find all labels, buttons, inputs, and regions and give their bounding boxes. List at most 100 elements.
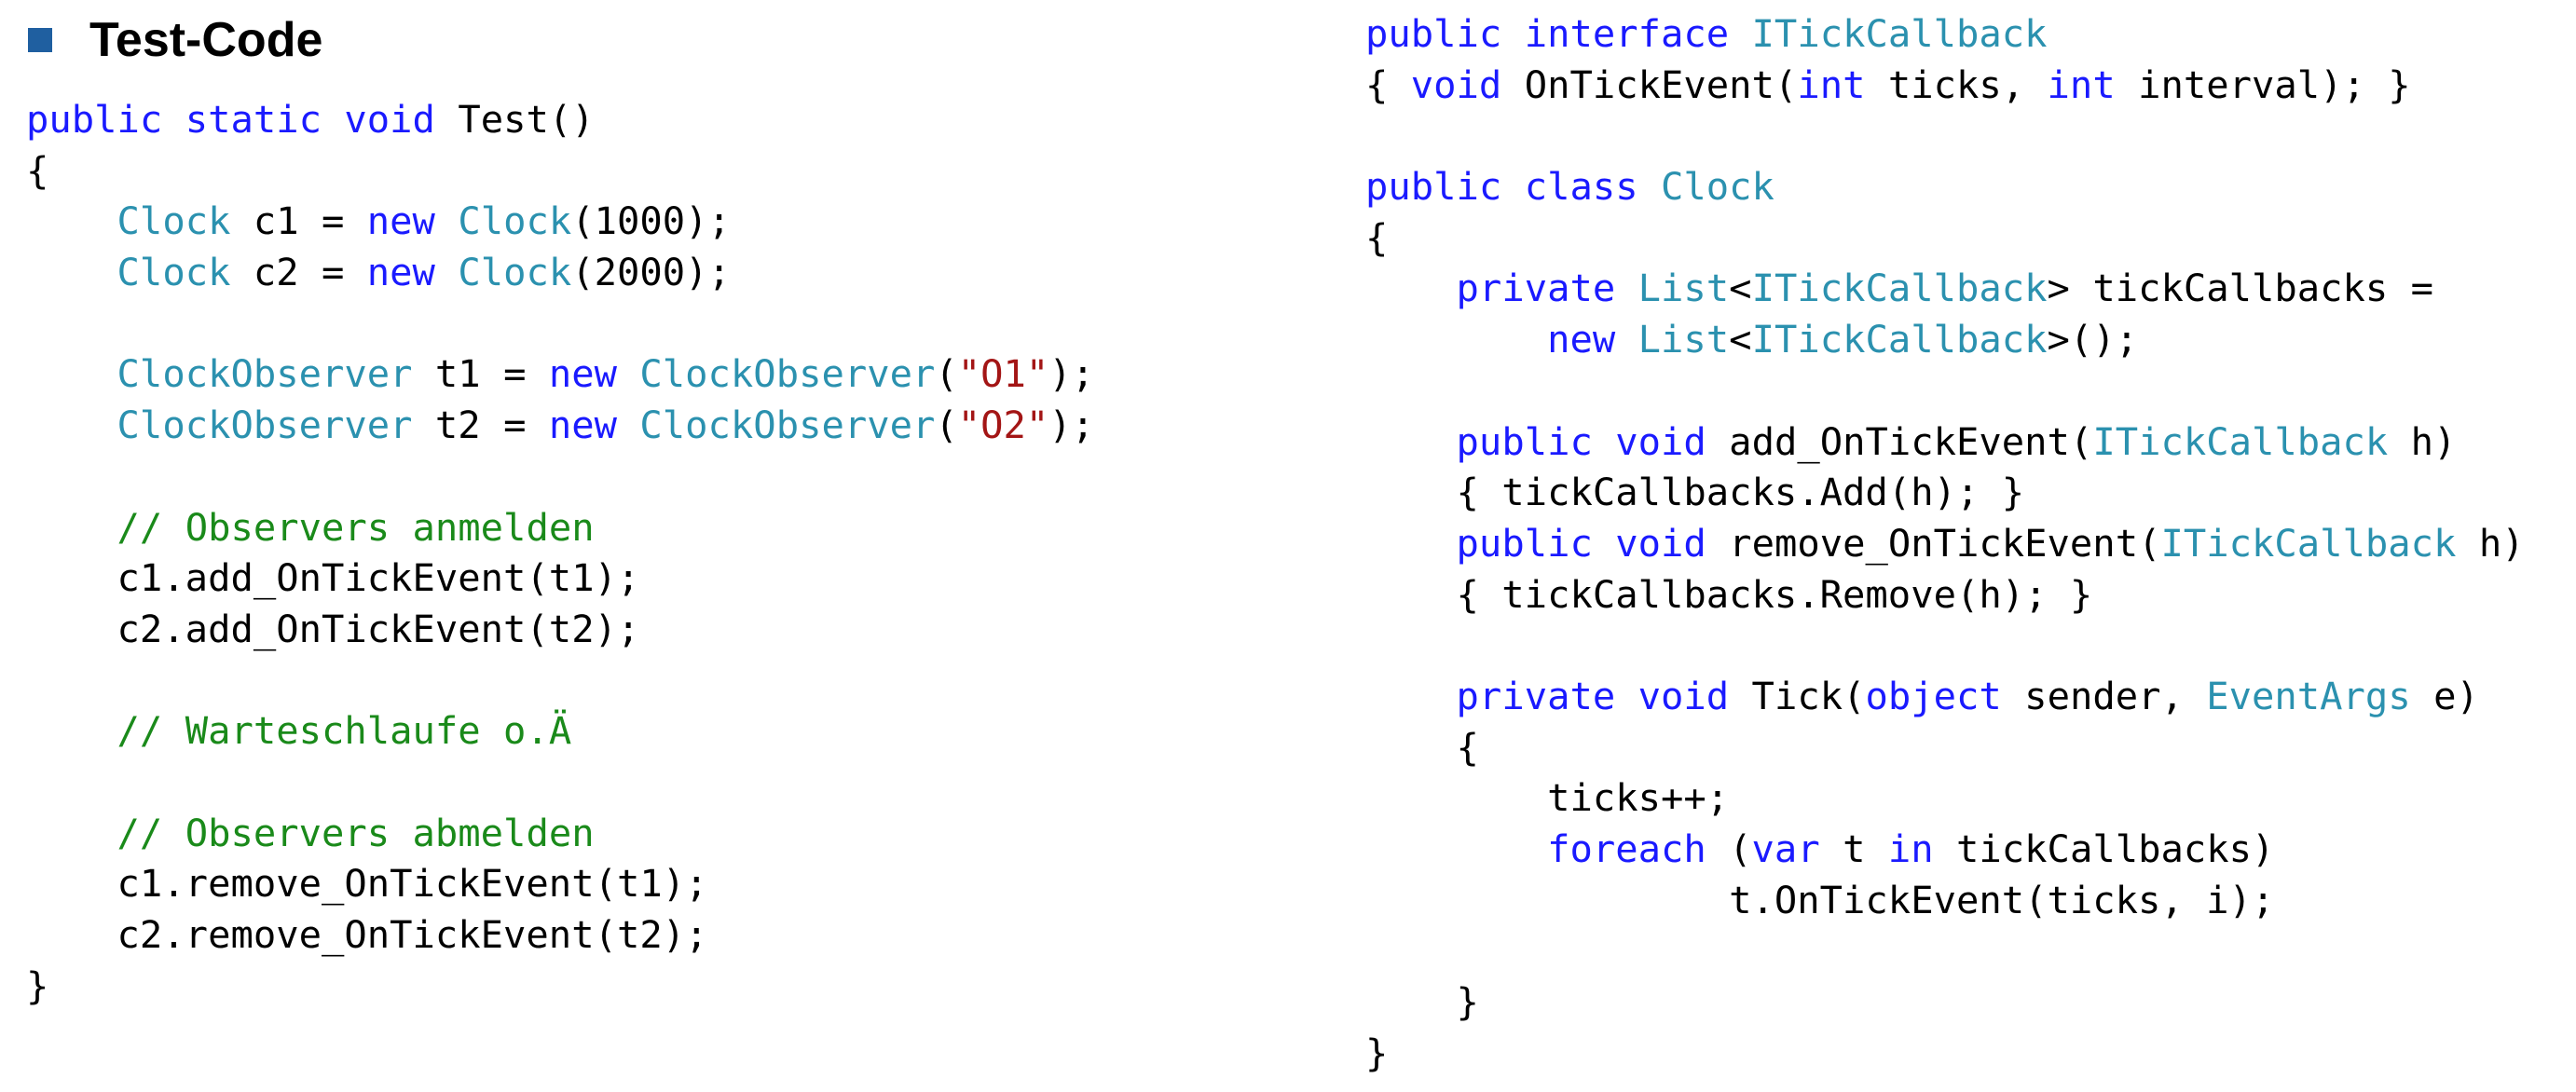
code-text: (2000); — [571, 250, 731, 295]
code-text: } — [26, 962, 49, 1008]
code-keyword: foreach — [1547, 826, 1706, 871]
code-keyword: new — [366, 250, 435, 295]
code-line: { tickCallbacks.Remove(h); } — [1365, 569, 2525, 621]
code-text: < — [1729, 317, 1752, 362]
code-text: sender, — [2001, 673, 2207, 718]
code-text: c1.add_OnTickEvent(t1); — [26, 555, 640, 601]
code-text: Test() — [434, 97, 595, 142]
code-line: c1.remove_OnTickEvent(t1); — [26, 858, 1094, 909]
code-line: { tickCallbacks.Add(h); } — [1365, 467, 2525, 518]
code-type: List — [1637, 317, 1730, 362]
code-line: } — [1365, 976, 2525, 1028]
code-line: c1.add_OnTickEvent(t1); — [26, 553, 1094, 604]
code-line: // Observers abmelden — [26, 808, 1094, 859]
test-code-listing: public static void Test(){ Clock c1 = ne… — [26, 94, 1094, 1011]
code-string: "O2" — [957, 403, 1049, 448]
code-text: c2.remove_OnTickEvent(t2); — [26, 912, 708, 957]
code-type: ITickCallback — [1751, 11, 2048, 56]
code-text: >(); — [2047, 317, 2139, 362]
code-text: c2.add_OnTickEvent(t2); — [26, 606, 640, 651]
code-text: ( — [935, 403, 958, 448]
code-text: ( — [935, 351, 958, 397]
code-keyword: int — [2047, 61, 2116, 107]
code-text: interval); } — [2115, 61, 2411, 107]
code-comment: // Warteschlaufe o.Ä — [116, 708, 572, 754]
code-text: h) — [2388, 418, 2457, 464]
code-keyword: void — [1615, 418, 1706, 464]
code-keyword: public — [1365, 11, 1502, 56]
code-type: ITickCallback — [2160, 520, 2457, 566]
code-text: c1.remove_OnTickEvent(t1); — [26, 861, 708, 907]
code-keyword: public — [1456, 520, 1593, 566]
code-text: c2 = — [230, 250, 367, 295]
code-text: (1000); — [571, 198, 731, 244]
code-line: { — [1365, 722, 2525, 773]
code-keyword: new — [548, 351, 617, 397]
code-type: Clock — [458, 198, 572, 244]
code-line: public static void Test() — [26, 94, 1094, 145]
code-text: > tickCallbacks = — [2047, 266, 2434, 311]
code-keyword: static — [185, 97, 322, 142]
code-line: ticks++; — [1365, 772, 2525, 824]
code-type: List — [1637, 266, 1730, 311]
code-text: ); — [1048, 351, 1095, 397]
code-line: // Observers anmelden — [26, 502, 1094, 553]
code-line: } — [1365, 1028, 2525, 1079]
code-keyword: new — [1547, 317, 1616, 362]
code-type: ClockObserver — [116, 351, 413, 397]
code-line: private void Tick(object sender, EventAr… — [1365, 671, 2525, 722]
code-text: e) — [2410, 673, 2479, 718]
code-line: Clock c1 = new Clock(1000); — [26, 196, 1094, 247]
clock-class-code-listing: public interface ITickCallback{ void OnT… — [1365, 8, 2525, 1078]
code-line: foreach (var t in tickCallbacks) — [1365, 824, 2525, 875]
code-type: Clock — [1661, 164, 1774, 210]
code-keyword: public — [1456, 418, 1593, 464]
square-bullet-icon — [28, 28, 52, 52]
code-keyword: in — [1887, 826, 1934, 871]
code-text: { tickCallbacks.Add(h); } — [1365, 470, 2025, 515]
code-line: public class Clock — [1365, 161, 2525, 212]
slide-title-row: Test-Code — [28, 7, 322, 73]
code-line: public void add_OnTickEvent(ITickCallbac… — [1365, 416, 2525, 468]
code-text: { — [26, 147, 49, 193]
code-line: ClockObserver t1 = new ClockObserver("O1… — [26, 348, 1095, 400]
code-comment: // Observers abmelden — [116, 810, 595, 855]
code-keyword: var — [1751, 826, 1820, 871]
slide-title: Test-Code — [89, 13, 323, 67]
code-keyword: private — [1456, 673, 1616, 718]
code-type: ClockObserver — [639, 403, 936, 448]
code-text: } — [1365, 979, 1479, 1025]
code-type: ITickCallback — [1751, 266, 2048, 311]
code-keyword: new — [548, 403, 617, 448]
code-line: { void OnTickEvent(int ticks, int interv… — [1365, 60, 2525, 111]
code-line: } — [26, 961, 1094, 1012]
code-type: Clock — [458, 250, 572, 295]
code-type: EventArgs — [2206, 673, 2411, 718]
code-type: ClockObserver — [639, 351, 936, 397]
code-type: Clock — [116, 198, 231, 244]
code-text: { — [1365, 214, 1389, 260]
code-keyword: void — [1410, 61, 1502, 107]
code-line: Clock c2 = new Clock(2000); — [26, 247, 1094, 298]
